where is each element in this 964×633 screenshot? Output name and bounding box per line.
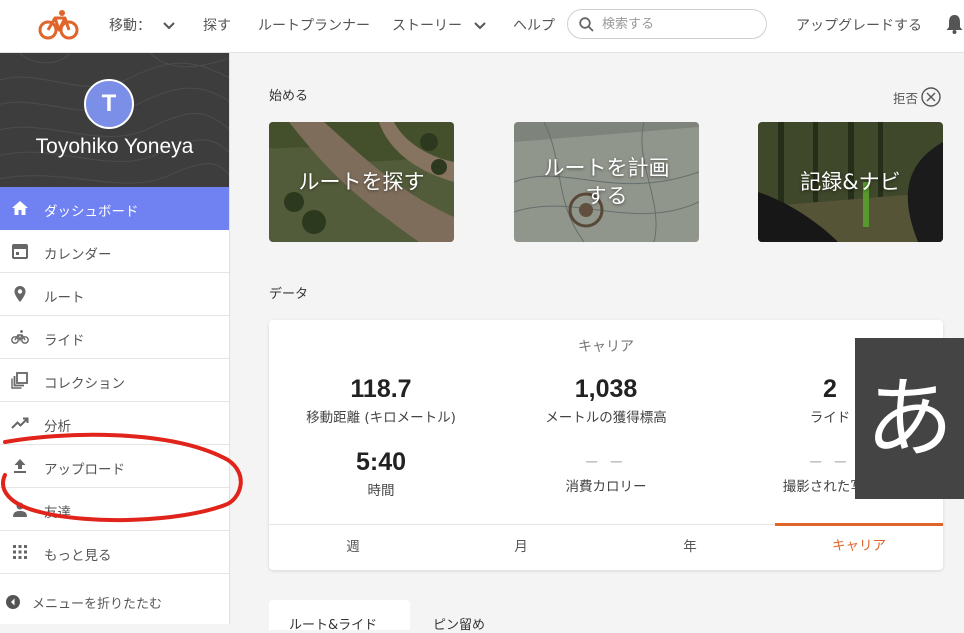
nav-help[interactable]: ヘルプ: [513, 15, 555, 35]
stat-distance: 118.7 移動距離 (キロメートル): [271, 375, 491, 426]
ime-indicator: あ: [855, 338, 964, 499]
stat-value: 1,038: [574, 375, 638, 403]
nav-route-planner[interactable]: ルートプランナー: [258, 15, 370, 35]
people-icon: [13, 502, 27, 517]
sidebar-item-label: ルート: [44, 290, 85, 306]
bell-icon[interactable]: [945, 14, 964, 34]
trend-icon: [11, 417, 29, 429]
avatar[interactable]: T: [84, 79, 134, 129]
collection-icon: [11, 372, 28, 389]
card-plan-route[interactable]: ルートを計画する: [514, 122, 699, 242]
stat-value: ‒ ‒: [586, 450, 626, 472]
tab-pinned[interactable]: ピン留め: [433, 600, 485, 633]
chevron-down-icon: [163, 22, 176, 30]
stat-label: 消費カロリー: [565, 479, 647, 495]
data-section-title: データ: [269, 287, 309, 302]
data-card: キャリア 118.7 移動距離 (キロメートル) 1,038 メートルの獲得標高…: [269, 320, 943, 570]
grid-icon: [13, 545, 27, 559]
profile-header: T Toyohiko Yoneya: [0, 53, 229, 187]
card-find-route[interactable]: ルートを探す: [269, 122, 454, 242]
bike-icon: [11, 330, 29, 344]
search-input[interactable]: [602, 15, 752, 33]
sidebar-item-label: カレンダー: [44, 247, 112, 263]
card-label: ルートを計画する: [543, 156, 670, 208]
dismiss-label[interactable]: 拒否: [893, 88, 918, 107]
top-navbar: 移動： 探す ルートプランナー ストーリー ヘルプ アップグレードする: [0, 0, 964, 53]
stat-value: 118.7: [350, 375, 412, 403]
sidebar-item-label: 友達: [44, 505, 71, 521]
stat-calories: ‒ ‒ 消費カロリー: [496, 450, 716, 495]
stat-value: 5:40: [355, 448, 407, 476]
card-label: 記録&ナビ: [800, 170, 901, 194]
sidebar-item-more[interactable]: もっと見る: [0, 531, 229, 574]
collapse-menu-label: メニューを折りたたむ: [32, 597, 163, 612]
calendar-icon: [12, 244, 28, 259]
sidebar-item-ride[interactable]: ライド: [0, 316, 229, 359]
nav-stories-label: ストーリー: [392, 18, 462, 34]
sidebar-item-label: ダッシュボード: [44, 204, 139, 220]
search-box[interactable]: [567, 9, 767, 39]
stat-time: 5:40 時間: [271, 448, 491, 499]
stat-elevation: 1,038 メートルの獲得標高: [496, 375, 716, 426]
upgrade-link[interactable]: アップグレードする: [796, 15, 922, 35]
tab-routes-rides[interactable]: ルート&ライド: [269, 600, 410, 633]
sidebar-item-label: 分析: [44, 419, 71, 435]
ride-logo-icon[interactable]: [38, 8, 80, 42]
search-icon: [579, 17, 594, 32]
sidebar-item-route[interactable]: ルート: [0, 273, 229, 316]
sidebar-item-dashboard[interactable]: ダッシュボード: [0, 187, 229, 230]
nav-stories[interactable]: ストーリー: [392, 15, 487, 35]
sidebar-item-collection[interactable]: コレクション: [0, 359, 229, 402]
sidebar: T Toyohiko Yoneya ダッシュボード カレンダー ルート ライド …: [0, 53, 230, 624]
getting-started-title: 始める: [269, 89, 309, 104]
nav-move[interactable]: 移動：: [109, 15, 176, 35]
career-heading: キャリア: [578, 339, 634, 355]
tab-career[interactable]: キャリア: [775, 523, 943, 569]
stat-label: 時間: [367, 483, 395, 499]
collapse-menu-button[interactable]: メニューを折りたたむ: [0, 574, 229, 624]
chevron-down-icon: [474, 22, 487, 30]
card-record-navigate[interactable]: 記録&ナビ: [758, 122, 943, 242]
sidebar-item-calendar[interactable]: カレンダー: [0, 230, 229, 273]
tab-year[interactable]: 年: [606, 525, 774, 571]
stat-label: メートルの獲得標高: [545, 410, 667, 426]
sidebar-item-label: ライド: [44, 333, 85, 349]
nav-move-label: 移動：: [109, 18, 151, 34]
pin-icon: [14, 286, 26, 302]
sidebar-item-label: もっと見る: [44, 548, 112, 564]
profile-name[interactable]: Toyohiko Yoneya: [0, 135, 229, 159]
home-icon: [12, 201, 28, 215]
tab-month[interactable]: 月: [437, 525, 605, 571]
period-tabs: 週 月 年 キャリア: [269, 523, 943, 571]
stat-label: 移動距離 (キロメートル): [306, 410, 456, 426]
close-circle-icon[interactable]: [921, 87, 941, 107]
card-label: ルートを探す: [298, 170, 425, 194]
nav-explore[interactable]: 探す: [203, 15, 231, 35]
collapse-left-icon: [6, 595, 20, 609]
sidebar-item-label: コレクション: [44, 376, 125, 392]
sidebar-item-friends[interactable]: 友達: [0, 488, 229, 531]
sidebar-item-analysis[interactable]: 分析: [0, 402, 229, 445]
upload-icon: [14, 459, 26, 473]
sidebar-item-label: アップロード: [44, 462, 125, 478]
sidebar-item-upload[interactable]: アップロード: [0, 445, 229, 488]
tab-week[interactable]: 週: [269, 525, 437, 571]
